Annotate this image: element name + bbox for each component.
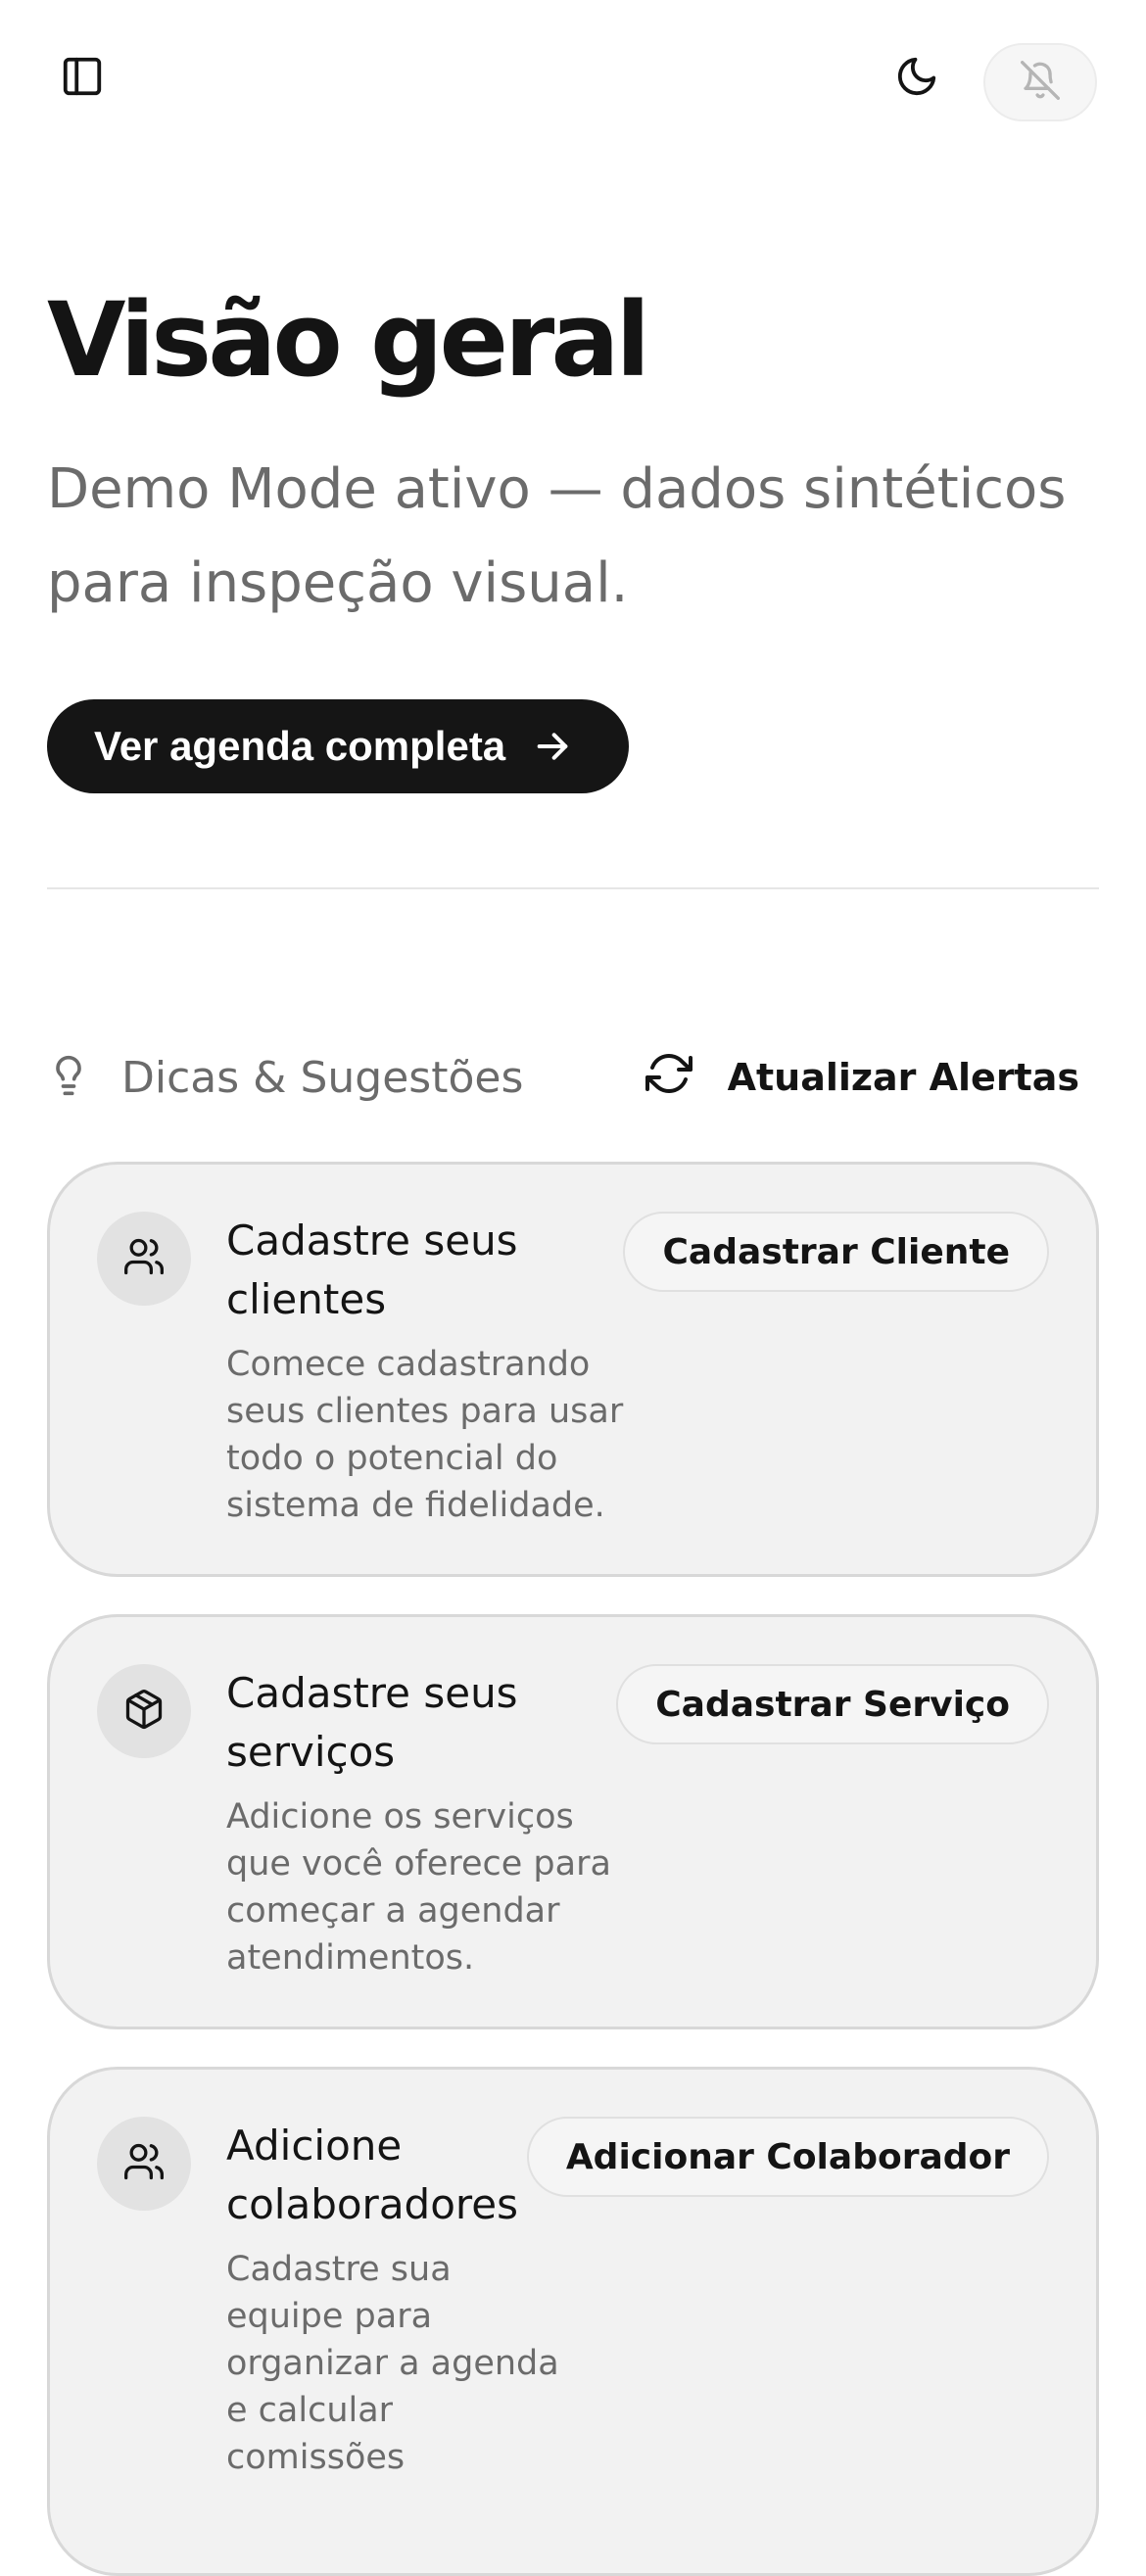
card-desc-line: começar a agendar [226, 1891, 560, 1931]
card-desc-line: Cadastre sua [226, 2250, 452, 2289]
card-title: Cadastre seus clientes [226, 1212, 518, 1329]
tips-header: Dicas & Sugestões Atualizar Alertas [47, 1038, 1099, 1117]
card-desc-line: Adicione os serviços [226, 1797, 574, 1837]
notifications-button[interactable] [983, 43, 1097, 121]
view-full-schedule-label: Ver agenda completa [94, 723, 506, 769]
card-description: Adicione os serviços que você oferece pa… [226, 1793, 611, 1981]
card-desc-line: que você oferece para [226, 1844, 611, 1884]
tips-title: Dicas & Sugestões [121, 1052, 524, 1103]
panel-left-icon [60, 54, 105, 103]
tip-card-clients: Cadastre seus clientes Comece cadastrand… [47, 1162, 1099, 1577]
theme-toggle-button[interactable] [882, 43, 952, 114]
card-icon-wrap [97, 2117, 191, 2211]
card-icon-wrap [97, 1212, 191, 1306]
arrow-right-icon [533, 727, 572, 766]
card-desc-line: seus clientes para usar [226, 1392, 624, 1431]
page-subtitle: Demo Mode ativo — dados sintéticos para … [47, 457, 1067, 615]
refresh-icon [645, 1050, 692, 1106]
tip-card-collaborators: Adicione colaboradores Cadastre sua equi… [47, 2067, 1099, 2576]
card-icon-wrap [97, 1664, 191, 1758]
sidebar-toggle-button[interactable] [47, 43, 118, 114]
register-client-button[interactable]: Cadastrar Cliente [623, 1212, 1049, 1292]
card-title-line: serviços [226, 1728, 396, 1776]
users-icon [122, 2140, 166, 2187]
package-icon [122, 1688, 166, 1735]
add-collaborator-button[interactable]: Adicionar Colaborador [526, 2117, 1049, 2197]
card-description: Cadastre sua equipe para organizar a age… [226, 2246, 559, 2481]
card-title-line: colaboradores [226, 2180, 518, 2228]
top-bar [0, 0, 1146, 167]
card-desc-line: sistema de fidelidade. [226, 1486, 605, 1525]
card-desc-line: equipe para [226, 2297, 433, 2336]
card-description: Comece cadastrando seus clientes para us… [226, 1341, 623, 1529]
card-desc-line: Comece cadastrando [226, 1345, 591, 1384]
tips-title-group: Dicas & Sugestões [47, 1038, 523, 1117]
card-desc-line: atendimentos. [226, 1938, 475, 1978]
card-title: Cadastre seus serviços [226, 1664, 518, 1782]
card-title-line: clientes [226, 1275, 387, 1323]
card-title-line: Cadastre seus [226, 1669, 518, 1717]
card-desc-line: comissões [226, 2438, 406, 2477]
card-title-line: Cadastre seus [226, 1216, 518, 1264]
card-desc-line: todo o potencial do [226, 1439, 558, 1478]
lightbulb-icon [47, 1050, 90, 1105]
bell-off-icon [1021, 61, 1060, 104]
card-title-line: Adicione [226, 2122, 403, 2170]
refresh-alerts-button[interactable]: Atualizar Alertas [645, 1038, 1079, 1117]
refresh-alerts-label: Atualizar Alertas [727, 1056, 1079, 1099]
register-service-button[interactable]: Cadastrar Serviço [616, 1664, 1049, 1744]
users-icon [122, 1235, 166, 1282]
card-title: Adicione colaboradores [226, 2117, 518, 2234]
view-full-schedule-button[interactable]: Ver agenda completa [47, 699, 630, 793]
section-divider [47, 887, 1099, 889]
tip-card-services: Cadastre seus serviços Adicione os servi… [47, 1614, 1099, 2029]
page-title: Visão geral [47, 280, 650, 400]
card-desc-line: organizar a agenda [226, 2344, 559, 2383]
card-desc-line: e calcular [226, 2391, 394, 2430]
moon-icon [894, 54, 939, 103]
